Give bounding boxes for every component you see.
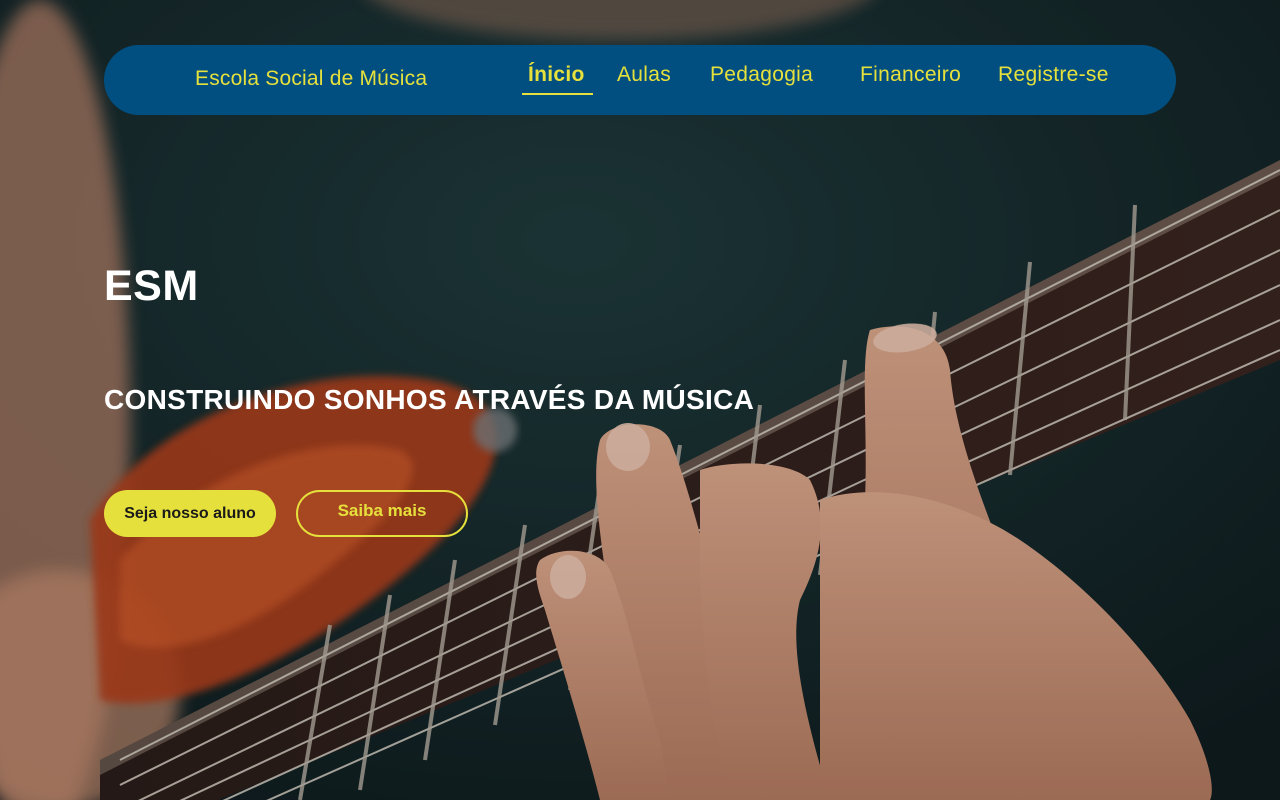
nav-item-inicio[interactable]: Ínicio xyxy=(528,63,585,87)
learn-more-button[interactable]: Saiba mais xyxy=(296,490,468,537)
nav-item-pedagogia[interactable]: Pedagogia xyxy=(710,63,813,87)
join-student-button[interactable]: Seja nosso aluno xyxy=(104,490,276,537)
hero-subtitle: CONSTRUINDO SONHOS ATRAVÉS DA MÚSICA xyxy=(104,384,755,415)
nav-item-financeiro[interactable]: Financeiro xyxy=(860,63,961,87)
brand-name[interactable]: Escola Social de Música xyxy=(195,67,427,91)
nav-item-registre-se[interactable]: Registre-se xyxy=(998,63,1109,87)
hero-title: ESM xyxy=(104,262,199,310)
active-nav-indicator xyxy=(522,93,593,95)
nav-item-aulas[interactable]: Aulas xyxy=(617,63,671,87)
main-navbar: Escola Social de Música Ínicio Aulas Ped… xyxy=(104,45,1176,115)
